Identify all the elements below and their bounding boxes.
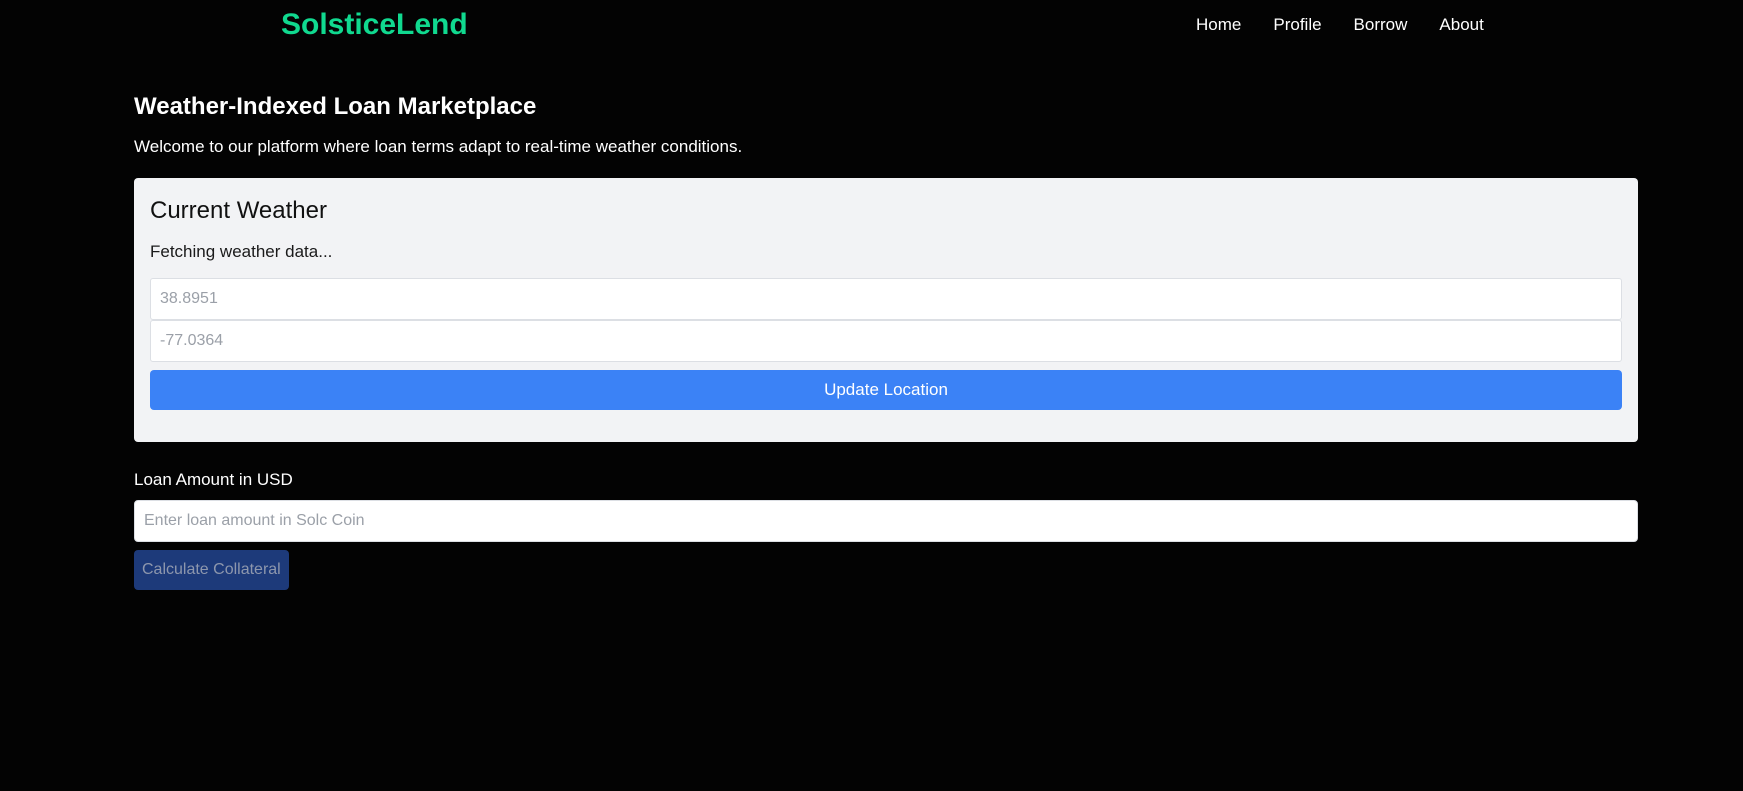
weather-card: Current Weather Fetching weather data...… xyxy=(134,178,1638,442)
brand-logo[interactable]: SolsticeLend xyxy=(281,8,468,42)
intro-text: Welcome to our platform where loan terms… xyxy=(134,137,743,156)
calculate-collateral-button[interactable]: Calculate Collateral xyxy=(134,550,289,590)
weather-status: Fetching weather data... xyxy=(150,242,333,261)
update-location-button[interactable]: Update Location xyxy=(150,370,1622,410)
nav-link-borrow[interactable]: Borrow xyxy=(1354,15,1408,35)
nav-link-home[interactable]: Home xyxy=(1196,15,1241,35)
longitude-input[interactable] xyxy=(150,320,1622,362)
main-content: Weather-Indexed Loan Marketplace Welcome… xyxy=(134,90,1638,590)
weather-card-title: Current Weather xyxy=(150,197,327,224)
page-title: Weather-Indexed Loan Marketplace xyxy=(134,93,537,120)
navbar: SolsticeLend Home Profile Borrow About xyxy=(0,0,1743,52)
nav-link-profile[interactable]: Profile xyxy=(1273,15,1321,35)
nav-link-about[interactable]: About xyxy=(1439,15,1483,35)
loan-amount-label: Loan Amount in USD xyxy=(134,470,293,489)
loan-amount-input[interactable] xyxy=(134,500,1638,542)
nav-links: Home Profile Borrow About xyxy=(1196,15,1516,35)
latitude-input[interactable] xyxy=(150,278,1622,320)
